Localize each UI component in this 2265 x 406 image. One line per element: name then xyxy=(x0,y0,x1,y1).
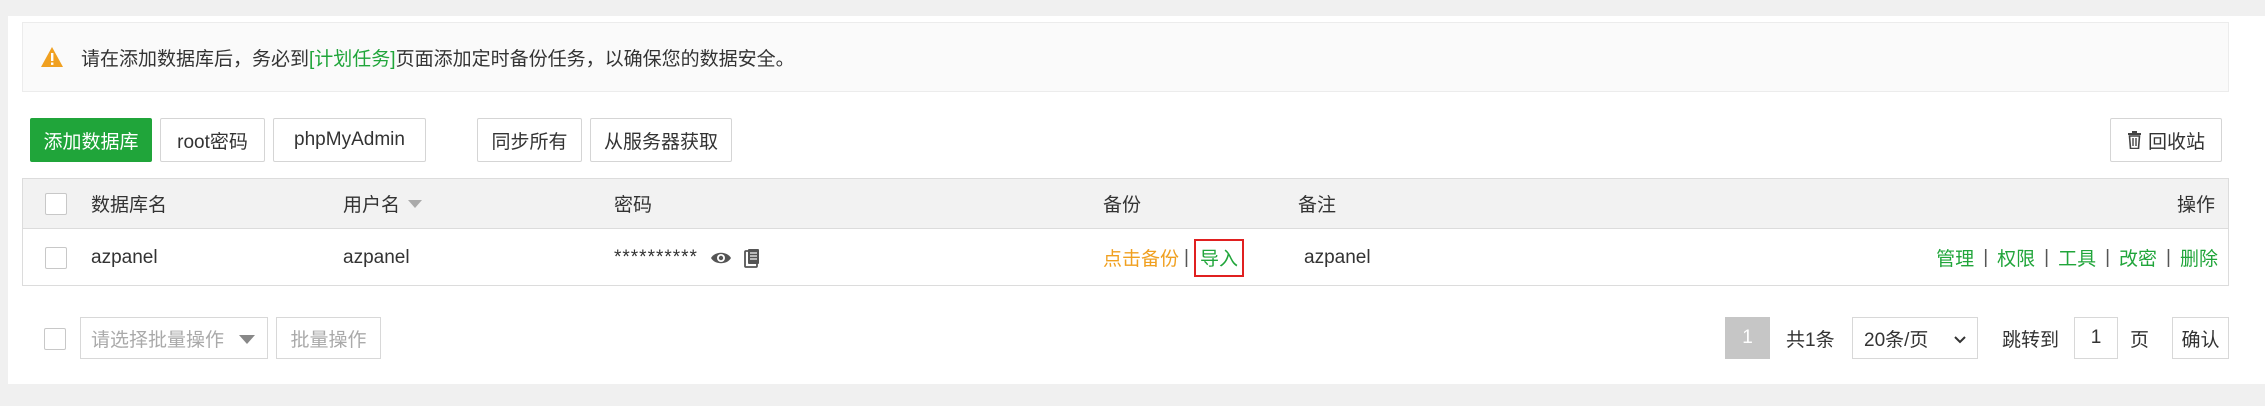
batch-action-select[interactable]: 请选择批量操作 xyxy=(80,317,268,359)
chevron-down-icon xyxy=(239,335,255,344)
separator: | xyxy=(1983,246,1989,268)
warning-icon xyxy=(40,46,64,68)
table-header: 数据库名 用户名 密码 备份 备注 操作 xyxy=(23,179,2228,229)
per-page-value: 20条/页 xyxy=(1864,329,1929,351)
database-table: 数据库名 用户名 密码 备份 备注 操作 azpanel azpanel ***… xyxy=(22,178,2229,286)
header-db-name: 数据库名 xyxy=(91,195,168,216)
fetch-from-server-button[interactable]: 从服务器获取 xyxy=(590,118,732,162)
header-password: 密码 xyxy=(614,195,653,216)
separator: | xyxy=(2044,246,2050,268)
add-database-button[interactable]: 添加数据库 xyxy=(30,118,152,162)
batch-action-button[interactable]: 批量操作 xyxy=(276,317,381,359)
alert-text-after: 页面添加定时备份任务，以确保您的数据安全。 xyxy=(395,48,795,70)
header-username[interactable]: 用户名 xyxy=(343,179,423,228)
total-count: 共1条 xyxy=(1786,329,1835,351)
confirm-jump-button[interactable]: 确认 xyxy=(2172,317,2229,359)
db-name: azpanel xyxy=(91,246,158,268)
permission-link[interactable]: 权限 xyxy=(1997,244,2035,271)
phpmyadmin-button[interactable]: phpMyAdmin xyxy=(273,118,426,162)
header-username-label: 用户名 xyxy=(343,195,401,216)
delete-link[interactable]: 删除 xyxy=(2180,244,2218,271)
footer-select-all-checkbox[interactable] xyxy=(44,328,66,350)
row-actions: 管理 | 权限 | 工具 | 改密 | 删除 xyxy=(1936,230,2218,285)
per-page-select[interactable]: 20条/页 xyxy=(1852,317,1978,359)
copy-icon[interactable] xyxy=(744,248,760,268)
jump-page-input[interactable]: 1 xyxy=(2074,317,2118,359)
recycle-bin-button[interactable]: 回收站 xyxy=(2110,118,2222,162)
separator: | xyxy=(2166,246,2171,268)
manage-link[interactable]: 管理 xyxy=(1936,244,1974,271)
password-cell: ********** xyxy=(614,230,760,285)
page-unit-label: 页 xyxy=(2130,329,2150,351)
current-page[interactable]: 1 xyxy=(1725,317,1770,359)
header-remark: 备注 xyxy=(1298,195,1337,216)
alert-message: 请在添加数据库后，务必到[计划任务]页面添加定时备份任务，以确保您的数据安全。 xyxy=(81,44,795,71)
db-remark: azpanel xyxy=(1304,246,1371,268)
backup-alert: 请在添加数据库后，务必到[计划任务]页面添加定时备份任务，以确保您的数据安全。 xyxy=(22,22,2229,92)
batch-select-placeholder: 请选择批量操作 xyxy=(91,329,225,351)
header-backup: 备份 xyxy=(1103,195,1142,216)
recycle-bin-label: 回收站 xyxy=(2147,131,2205,153)
backup-link[interactable]: 点击备份 xyxy=(1103,244,1179,271)
root-password-button[interactable]: root密码 xyxy=(160,118,265,162)
cron-task-link[interactable]: [计划任务] xyxy=(309,49,396,70)
sort-caret-icon[interactable] xyxy=(408,199,423,208)
backup-cell: 点击备份 | 导入 xyxy=(1103,230,1244,285)
masked-password: ********** xyxy=(614,246,698,268)
row-checkbox[interactable] xyxy=(45,230,67,285)
separator: | xyxy=(1184,246,1189,268)
chevron-down-icon xyxy=(1953,331,1967,353)
import-link[interactable]: 导入 xyxy=(1193,238,1244,277)
separator: | xyxy=(2105,246,2111,268)
db-username: azpanel xyxy=(343,246,410,268)
trash-icon xyxy=(2127,131,2142,149)
sync-all-button[interactable]: 同步所有 xyxy=(477,118,582,162)
jump-to-label: 跳转到 xyxy=(2002,329,2060,351)
table-row: azpanel azpanel ********** 点击备份 | 导入 azp… xyxy=(23,230,2228,285)
tools-link[interactable]: 工具 xyxy=(2058,244,2096,271)
select-all-checkbox[interactable] xyxy=(45,179,67,228)
change-password-link[interactable]: 改密 xyxy=(2119,244,2157,271)
header-actions: 操作 xyxy=(2177,195,2216,216)
eye-icon[interactable] xyxy=(710,250,732,266)
alert-text-before: 请在添加数据库后，务必到 xyxy=(81,48,310,70)
